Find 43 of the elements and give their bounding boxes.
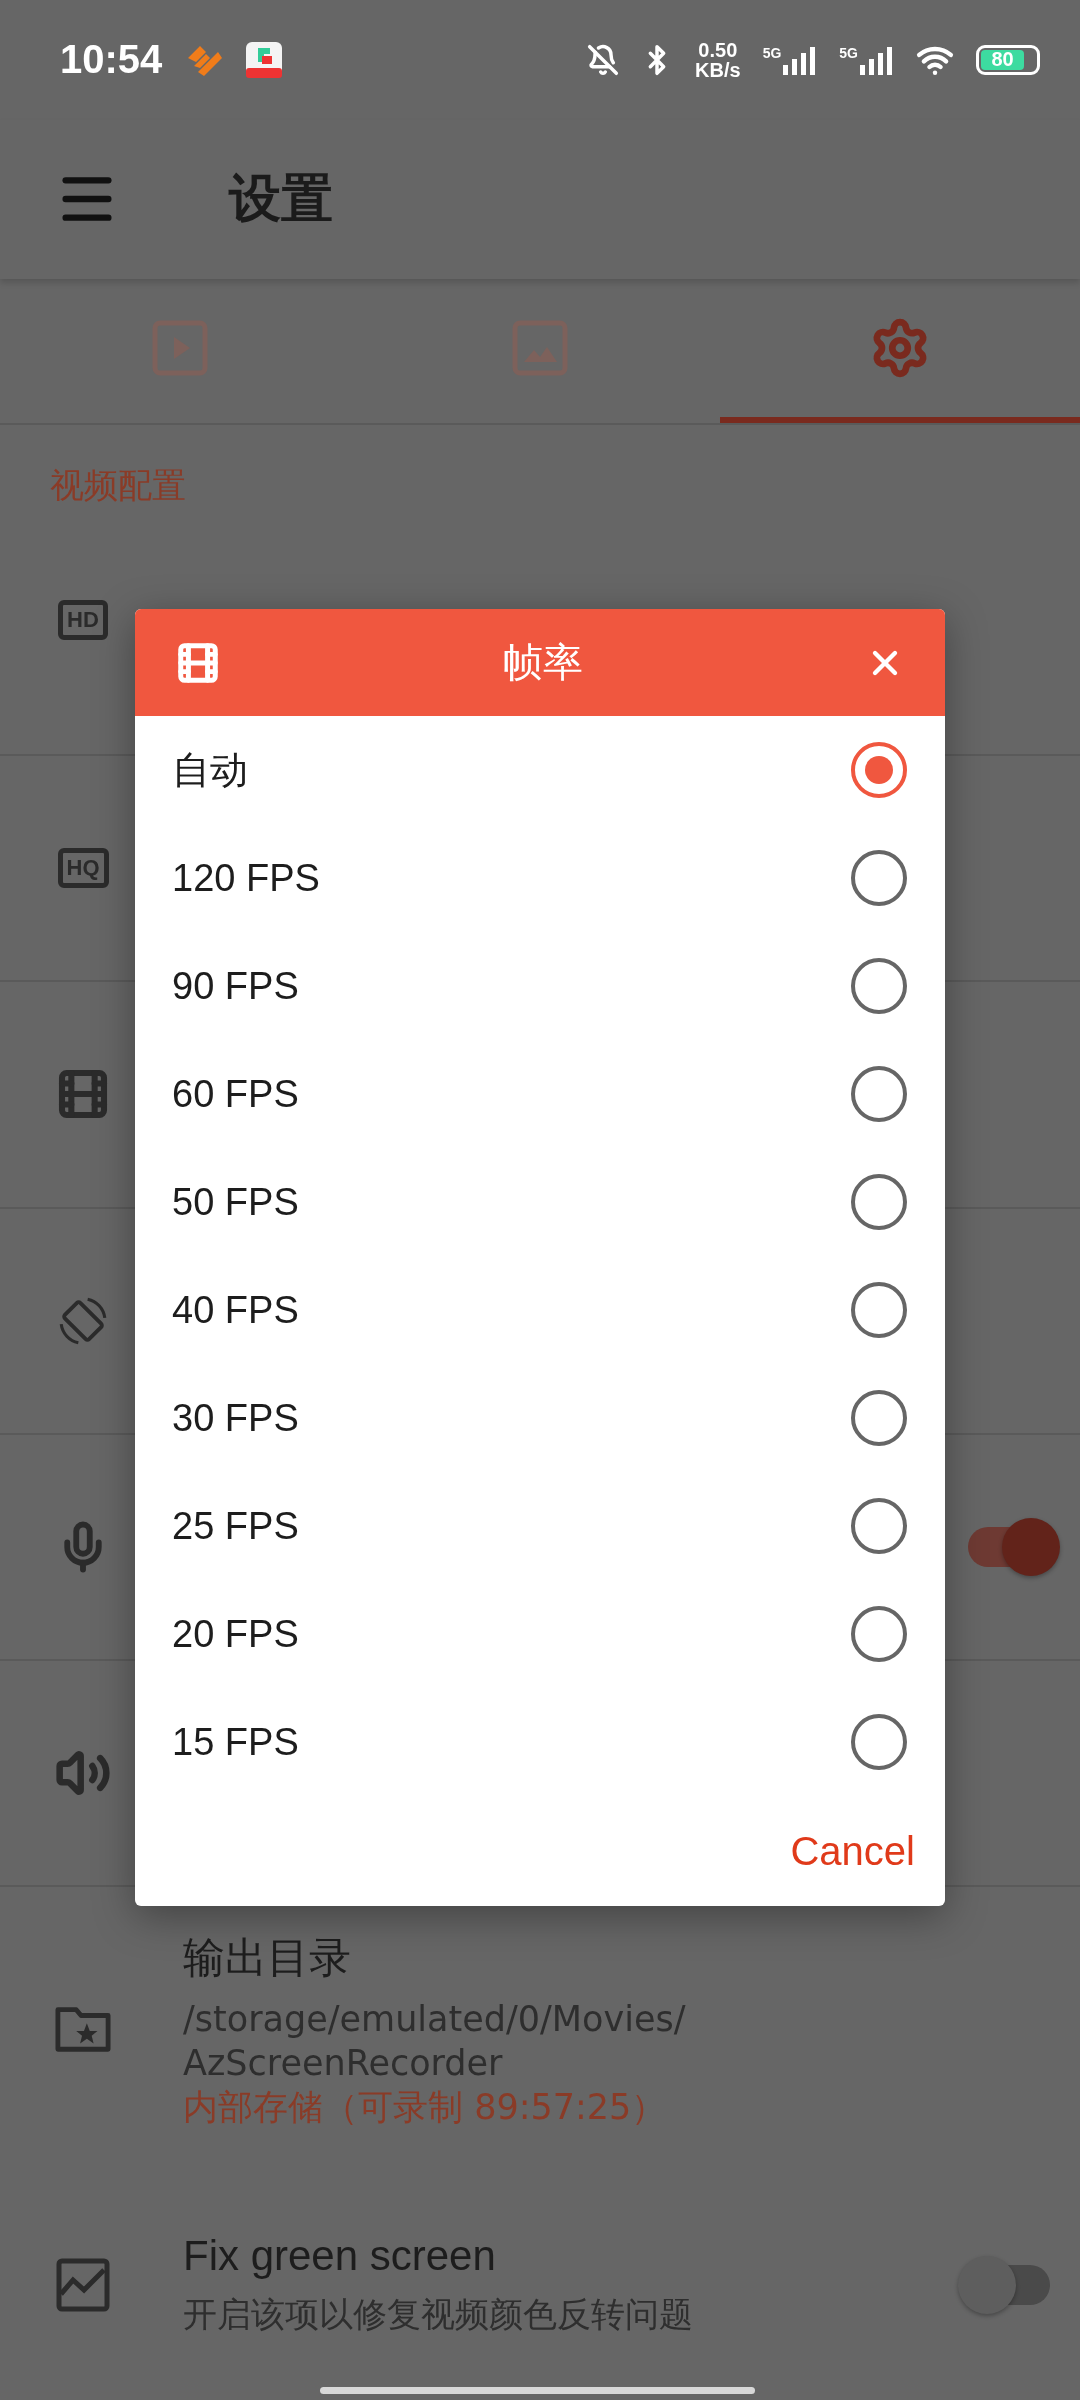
- radio-button[interactable]: [851, 1174, 907, 1230]
- setting-title: Fix green screen: [183, 2232, 497, 2281]
- section-title: 视频配置: [50, 465, 186, 506]
- image-chart-icon: [56, 2258, 110, 2313]
- radio-button[interactable]: [851, 1390, 907, 1446]
- setting-title: 输出目录: [183, 1933, 352, 1984]
- network-type-label: 5G: [762, 44, 782, 61]
- option-label[interactable]: 25 FPS: [172, 1504, 851, 1548]
- radio-button[interactable]: [851, 1066, 907, 1122]
- hq-icon: HQ: [57, 848, 109, 889]
- radio-button[interactable]: [851, 1282, 907, 1338]
- radio-button[interactable]: [851, 1498, 907, 1554]
- option-label[interactable]: 90 FPS: [172, 964, 851, 1008]
- radio-button[interactable]: [851, 1606, 907, 1662]
- signal-icon: [860, 44, 894, 75]
- option-label[interactable]: 60 FPS: [172, 1072, 851, 1116]
- option-label[interactable]: 50 FPS: [172, 1180, 851, 1224]
- network-speed: 0.50 KB/s: [695, 39, 741, 80]
- setting-value: /storage/emulated/0/Movies/ AzScreenRecorder: [183, 1998, 687, 2085]
- radio-button[interactable]: [851, 1714, 907, 1770]
- radio-button[interactable]: [851, 742, 907, 798]
- page-title: 设置: [229, 167, 333, 231]
- option-label[interactable]: 15 FPS: [172, 1720, 851, 1764]
- hd-icon: HD: [58, 600, 108, 641]
- radio-button[interactable]: [851, 850, 907, 906]
- option-label[interactable]: 20 FPS: [172, 1612, 851, 1656]
- option-label[interactable]: 自动: [172, 744, 851, 796]
- storage-note: 内部存储（可录制 89:57:25）: [183, 2085, 668, 2128]
- option-label[interactable]: 30 FPS: [172, 1396, 851, 1440]
- battery-level: 80: [991, 48, 1014, 72]
- folder-star-icon: [55, 2004, 111, 2053]
- signal-icon: [783, 44, 818, 75]
- play-square-icon: [152, 320, 208, 377]
- setting-description: 开启该项以修复视频颜色反转问题: [183, 2293, 694, 2337]
- option-label[interactable]: 120 FPS: [172, 856, 851, 900]
- radio-button[interactable]: [851, 958, 907, 1014]
- network-type-label: 5G: [839, 44, 858, 61]
- status-time: 10:54: [60, 37, 163, 83]
- alarm-off-icon: [587, 43, 620, 76]
- option-label[interactable]: 40 FPS: [172, 1288, 851, 1332]
- dialog-title: 帧率: [502, 638, 584, 687]
- cancel-button[interactable]: Cancel: [790, 1828, 915, 1874]
- app-icon: [246, 41, 283, 78]
